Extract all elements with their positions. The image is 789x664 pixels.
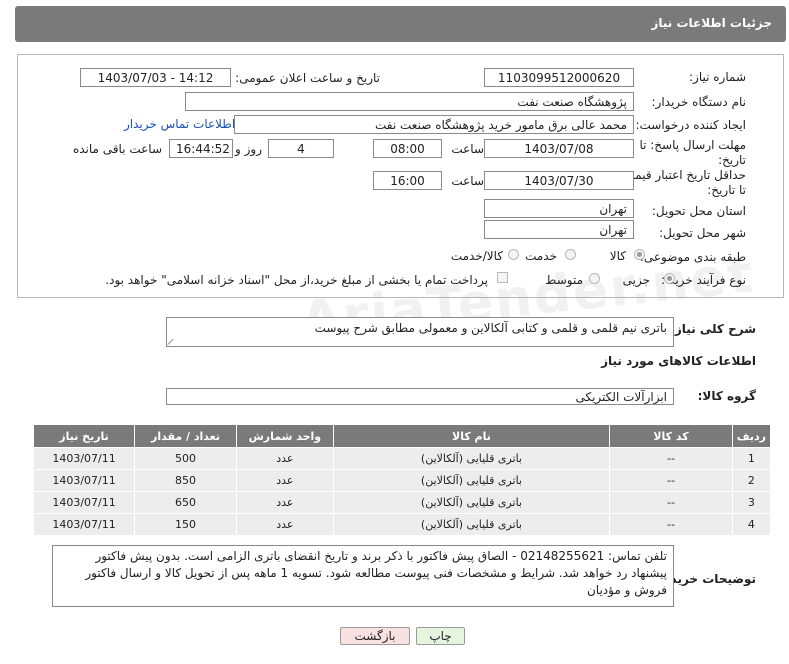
col-row: ردیف [731,424,772,448]
creator-field: محمد عالی برق مامور خرید پژوهشگاه صنعت ن… [234,115,634,134]
goods-group-label: گروه کالا: [697,389,756,403]
item-name: باتری قلیایی (آلکالاین) [332,469,611,492]
item-qty: 150 [134,513,237,536]
purchase-option-medium: متوسط [545,273,583,287]
buyer-org-label: نام دستگاه خریدار: [651,95,747,109]
item-name: باتری قلیایی (آلکالاین) [332,447,611,470]
days-field: 4 [268,139,334,158]
col-name: نام کالا [332,424,611,448]
row-number: 2 [731,469,772,492]
table-row: 4 -- باتری قلیایی (آلکالاین) عدد 150 140… [32,513,772,536]
city-label: شهر محل تحویل: [659,226,746,240]
item-name: باتری قلیایی (آلکالاین) [332,513,611,536]
deadline-time-label: ساعت [451,142,484,156]
validity-time-field: 16:00 [373,171,442,190]
page-title: جزئیات اطلاعات نیاز [651,16,772,30]
item-date: 1403/07/11 [32,491,136,514]
purchase-option-minor: جزیی [622,273,650,287]
need-number-field: 1103099512000620 [484,68,634,87]
item-qty: 500 [134,447,237,470]
item-name: باتری قلیایی (آلکالاین) [332,491,611,514]
item-code: -- [609,469,733,492]
row-number: 3 [731,491,772,514]
item-date: 1403/07/11 [32,469,136,492]
creator-label: ایجاد کننده درخواست: [635,118,746,132]
validity-time-label: ساعت [451,174,484,188]
category-option-goods-service: کالا/خدمت [450,249,503,263]
col-code: کد کالا [609,424,733,448]
item-qty: 650 [134,491,237,514]
col-unit: واحد شمارش [235,424,334,448]
purchase-radio-medium[interactable] [589,273,600,284]
item-date: 1403/07/11 [32,447,136,470]
deadline-date-field: 1403/07/08 [484,139,634,158]
print-button[interactable]: چاپ [416,627,465,645]
table-row: 3 -- باتری قلیایی (آلکالاین) عدد 650 140… [32,491,772,514]
page-header: جزئیات اطلاعات نیاز [15,6,786,42]
remaining-time-field: 16:44:52 [169,139,233,158]
goods-group-field: ابزارآلات الکتریکی [166,388,674,405]
validity-date-field: 1403/07/30 [484,171,634,190]
category-option-goods: کالا [609,249,626,263]
resize-grip-icon[interactable] [168,337,176,345]
item-unit: عدد [235,469,334,492]
category-option-service: خدمت [525,249,557,263]
remaining-label: ساعت باقی مانده [72,142,162,156]
goods-table-header: ردیف کد کالا نام کالا واحد شمارش تعداد /… [32,424,772,448]
goods-section-title: اطلاعات کالاهای مورد نیاز [601,354,756,368]
item-code: -- [609,447,733,470]
category-radio-goods[interactable] [634,249,645,260]
buyer-notes-textarea[interactable]: تلفن تماس: 02148255621 - الصاق پیش فاکتو… [52,545,674,607]
province-field: تهران [484,199,634,218]
goods-table: ردیف کد کالا نام کالا واحد شمارش تعداد /… [32,424,772,536]
description-textarea[interactable]: باتری نیم قلمی و قلمی و کتابی آلکالاین و… [166,317,674,347]
item-unit: عدد [235,447,334,470]
item-code: -- [609,491,733,514]
table-row: 2 -- باتری قلیایی (آلکالاین) عدد 850 140… [32,469,772,492]
category-radio-goods-service[interactable] [508,249,519,260]
need-number-label: شماره نیاز: [689,70,746,84]
row-number: 1 [731,447,772,470]
payment-note: پرداخت تمام یا بخشی از مبلغ خرید،از محل … [105,273,488,287]
city-field: تهران [484,220,634,239]
province-label: استان محل تحویل: [651,204,746,218]
purchase-radio-minor[interactable] [664,273,675,284]
buyer-contact-link[interactable]: اطلاعات تماس خریدار [124,117,235,131]
item-date: 1403/07/11 [32,513,136,536]
item-unit: عدد [235,513,334,536]
buyer-org-field: پژوهشگاه صنعت نفت [185,92,634,111]
row-number: 4 [731,513,772,536]
item-qty: 850 [134,469,237,492]
category-radio-service[interactable] [565,249,576,260]
announce-label: تاریخ و ساعت اعلان عمومی: [235,71,380,85]
category-label: طبقه بندی موضوعی: [639,250,746,264]
item-unit: عدد [235,491,334,514]
col-date: تاریخ نیاز [32,424,136,448]
col-qty: تعداد / مقدار [134,424,237,448]
description-label: شرح کلی نیاز: [670,322,756,336]
item-code: -- [609,513,733,536]
days-label: روز و [235,142,262,156]
table-row: 1 -- باتری قلیایی (آلکالاین) عدد 500 140… [32,447,772,470]
back-button[interactable]: بازگشت [340,627,410,645]
treasury-payment-checkbox[interactable] [497,272,508,283]
deadline-time-field: 08:00 [373,139,442,158]
announce-field: 1403/07/03 - 14:12 [80,68,231,87]
